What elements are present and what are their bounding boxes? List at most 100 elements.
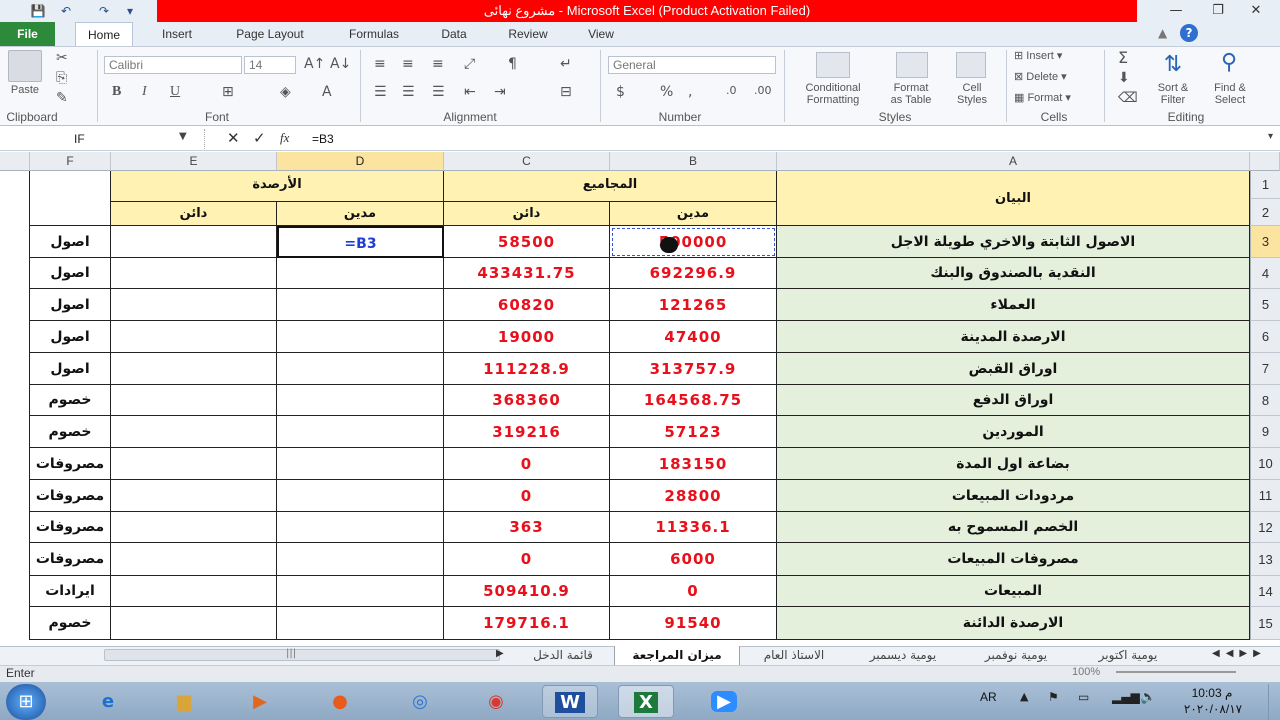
- format-painter-icon[interactable]: ✎: [56, 90, 68, 106]
- cell-e7[interactable]: [111, 353, 277, 385]
- select-all-corner[interactable]: [1250, 152, 1280, 171]
- cell-a11[interactable]: مردودات المبيعات: [777, 480, 1250, 512]
- network-icon[interactable]: ▂▄▆: [1112, 690, 1140, 704]
- row-header[interactable]: 15: [1250, 607, 1280, 640]
- cell-d9[interactable]: [277, 416, 444, 448]
- find-select-button[interactable]: Find & Select: [1204, 82, 1256, 106]
- cell-d4[interactable]: [277, 258, 444, 289]
- cancel-entry-icon[interactable]: ✕: [227, 129, 240, 147]
- cell-e9[interactable]: [111, 416, 277, 448]
- cell-d15[interactable]: [277, 607, 444, 640]
- sheet-tab-active[interactable]: ميزان المراجعة: [614, 646, 740, 665]
- confirm-entry-icon[interactable]: ✓: [253, 129, 266, 147]
- cell-b13[interactable]: 6000: [610, 543, 777, 576]
- cell-f3[interactable]: اصول: [30, 226, 111, 258]
- name-box[interactable]: IF: [0, 129, 190, 149]
- firefox-icon[interactable]: ●: [312, 685, 368, 718]
- tray-expand-icon[interactable]: ▲: [1020, 690, 1028, 703]
- tab-review[interactable]: Review: [496, 22, 560, 46]
- volume-icon[interactable]: 🔈: [1140, 690, 1156, 705]
- cell-a12[interactable]: الخصم المسموح به: [777, 512, 1250, 543]
- copy-icon[interactable]: ⎘: [56, 70, 67, 86]
- cell-b9[interactable]: 57123: [610, 416, 777, 448]
- cell-b10[interactable]: 183150: [610, 448, 777, 480]
- header-credit-total[interactable]: دائن: [444, 202, 610, 226]
- header-totals[interactable]: المجاميع: [444, 171, 777, 202]
- cell-a4[interactable]: النقدية بالصندوق والبنك: [777, 258, 1250, 289]
- cell-e15[interactable]: [111, 607, 277, 640]
- start-button-icon[interactable]: ⊞: [6, 684, 46, 720]
- increase-indent-icon[interactable]: ⇥: [494, 84, 506, 100]
- undo-icon[interactable]: ↶: [58, 3, 74, 19]
- cell-e11[interactable]: [111, 480, 277, 512]
- cell-e5[interactable]: [111, 289, 277, 321]
- format-as-table-icon[interactable]: [896, 52, 928, 78]
- zoom-level[interactable]: 100%: [1072, 666, 1100, 678]
- fill-color-icon[interactable]: ◈: [280, 84, 291, 100]
- show-desktop-button[interactable]: [1268, 684, 1280, 720]
- cell-c11[interactable]: 0: [444, 480, 610, 512]
- cell-e13[interactable]: [111, 543, 277, 576]
- cell-f15[interactable]: خصوم: [30, 607, 111, 640]
- row-header[interactable]: 7: [1250, 353, 1280, 385]
- save-icon[interactable]: 💾: [30, 3, 46, 19]
- cell-e6[interactable]: [111, 321, 277, 353]
- column-header-c[interactable]: C: [444, 152, 610, 171]
- sheet-tab[interactable]: يومية ديسمبر: [848, 646, 958, 665]
- cell-e8[interactable]: [111, 385, 277, 416]
- column-header-a[interactable]: A: [777, 152, 1250, 171]
- cell-d5[interactable]: [277, 289, 444, 321]
- cell-d8[interactable]: [277, 385, 444, 416]
- cell-d6[interactable]: [277, 321, 444, 353]
- cell-e10[interactable]: [111, 448, 277, 480]
- find-select-icon[interactable]: ⚲: [1212, 50, 1246, 78]
- cell-e4[interactable]: [111, 258, 277, 289]
- cell-d7[interactable]: [277, 353, 444, 385]
- cell-b14[interactable]: 0: [610, 576, 777, 607]
- input-language[interactable]: AR: [980, 690, 997, 704]
- align-right-icon[interactable]: ☰: [432, 84, 445, 100]
- format-cells-button[interactable]: ▦ Format ▾: [1014, 92, 1094, 104]
- row-header[interactable]: 14: [1250, 576, 1280, 607]
- horizontal-scrollbar[interactable]: [104, 649, 500, 661]
- cell-f5[interactable]: اصول: [30, 289, 111, 321]
- header-statement[interactable]: البيان: [777, 171, 1250, 226]
- grow-font-icon[interactable]: A↑: [304, 56, 325, 72]
- row-header[interactable]: 8: [1250, 385, 1280, 416]
- cell-c4[interactable]: 433431.75: [444, 258, 610, 289]
- cell-f8[interactable]: خصوم: [30, 385, 111, 416]
- cell-d14[interactable]: [277, 576, 444, 607]
- row-header[interactable]: 9: [1250, 416, 1280, 448]
- row-header[interactable]: 1: [1250, 171, 1280, 199]
- header-credit-balance[interactable]: دائن: [111, 202, 277, 226]
- name-box-dropdown-icon[interactable]: ▼: [179, 131, 187, 142]
- cell-c10[interactable]: 0: [444, 448, 610, 480]
- cell-a13[interactable]: مصروفات المبيعات: [777, 543, 1250, 576]
- shrink-font-icon[interactable]: A↓: [330, 56, 351, 72]
- underline-button[interactable]: U: [170, 84, 180, 100]
- word-icon[interactable]: W: [542, 685, 598, 718]
- row-header[interactable]: 6: [1250, 321, 1280, 353]
- cell-b7[interactable]: 313757.9: [610, 353, 777, 385]
- zoom-slider[interactable]: [1116, 671, 1236, 673]
- decrease-decimal-icon[interactable]: .00: [754, 84, 772, 97]
- align-top-icon[interactable]: ≡: [374, 56, 386, 72]
- cell-f9[interactable]: خصوم: [30, 416, 111, 448]
- tab-file[interactable]: File: [0, 22, 55, 46]
- cell-a14[interactable]: المبيعات: [777, 576, 1250, 607]
- paste-icon[interactable]: [8, 50, 42, 82]
- cell-c15[interactable]: 179716.1: [444, 607, 610, 640]
- cell-b11[interactable]: 28800: [610, 480, 777, 512]
- cell-b5[interactable]: 121265: [610, 289, 777, 321]
- cell-c14[interactable]: 509410.9: [444, 576, 610, 607]
- cell-a8[interactable]: اوراق الدفع: [777, 385, 1250, 416]
- cell-b15[interactable]: 91540: [610, 607, 777, 640]
- cell-f11[interactable]: مصروفات: [30, 480, 111, 512]
- column-header-b[interactable]: B: [610, 152, 777, 171]
- column-header-d[interactable]: D: [277, 152, 444, 171]
- internet-explorer-icon[interactable]: e: [80, 685, 136, 718]
- align-left-icon[interactable]: ☰: [374, 84, 387, 100]
- clear-icon[interactable]: ⌫: [1118, 90, 1138, 106]
- merge-center-icon[interactable]: ⊟: [560, 84, 572, 100]
- column-header-e[interactable]: E: [111, 152, 277, 171]
